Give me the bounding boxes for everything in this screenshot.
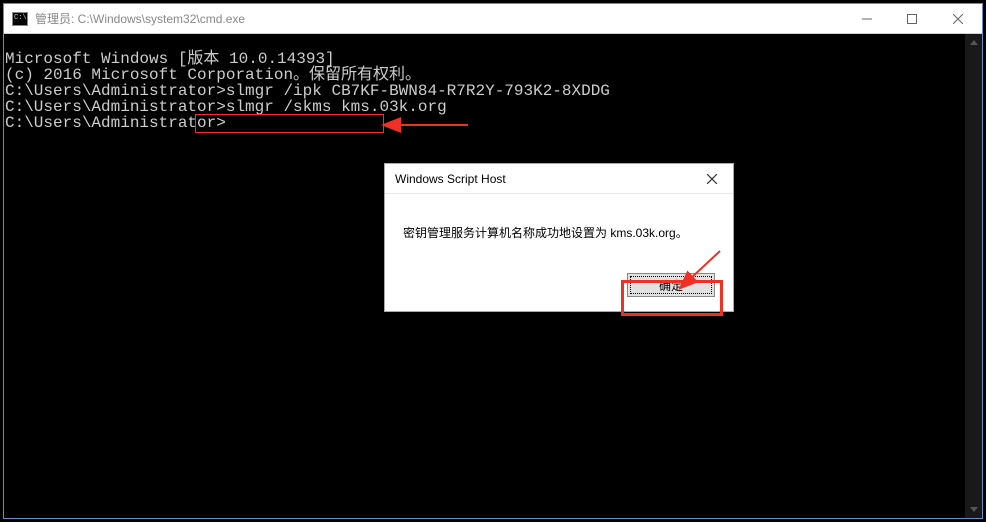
close-button[interactable] <box>934 4 982 34</box>
console-line: (c) 2016 Microsoft Corporation。保留所有权利。 <box>5 67 982 83</box>
console-line: C:\Users\Administrator>slmgr /skms kms.0… <box>5 99 982 115</box>
command-text: slmgr /skms kms.03k.org <box>226 98 447 116</box>
scrollbar-track[interactable] <box>965 51 982 501</box>
scroll-up-arrow-icon[interactable] <box>965 34 982 51</box>
minimize-button[interactable] <box>844 4 889 34</box>
prompt: C:\Users\Administrator> <box>5 114 226 132</box>
console-line: C:\Users\Administrator> <box>5 115 982 131</box>
console-line: Microsoft Windows [版本 10.0.14393] <box>5 51 982 67</box>
dialog-message: 密钥管理服务计算机名称成功地设置为 kms.03k.org。 <box>403 226 688 240</box>
maximize-button[interactable] <box>889 4 934 34</box>
ok-button-label: 确定 <box>659 277 683 294</box>
titlebar[interactable]: 管理员: C:\Windows\system32\cmd.exe <box>4 4 982 34</box>
scroll-down-arrow-icon[interactable] <box>965 501 982 518</box>
dialog-title: Windows Script Host <box>395 172 697 186</box>
vertical-scrollbar[interactable] <box>965 34 982 518</box>
dialog-close-button[interactable] <box>697 167 727 191</box>
window-title: 管理员: C:\Windows\system32\cmd.exe <box>35 10 844 27</box>
ok-button[interactable]: 确定 <box>627 273 715 297</box>
script-host-dialog: Windows Script Host 密钥管理服务计算机名称成功地设置为 km… <box>384 163 734 312</box>
dialog-body: 密钥管理服务计算机名称成功地设置为 kms.03k.org。 <box>385 194 733 263</box>
console-line: C:\Users\Administrator>slmgr /ipk CB7KF-… <box>5 83 982 99</box>
cmd-app-icon <box>12 12 28 26</box>
dialog-titlebar[interactable]: Windows Script Host <box>385 164 733 194</box>
dialog-footer: 确定 <box>385 263 733 311</box>
